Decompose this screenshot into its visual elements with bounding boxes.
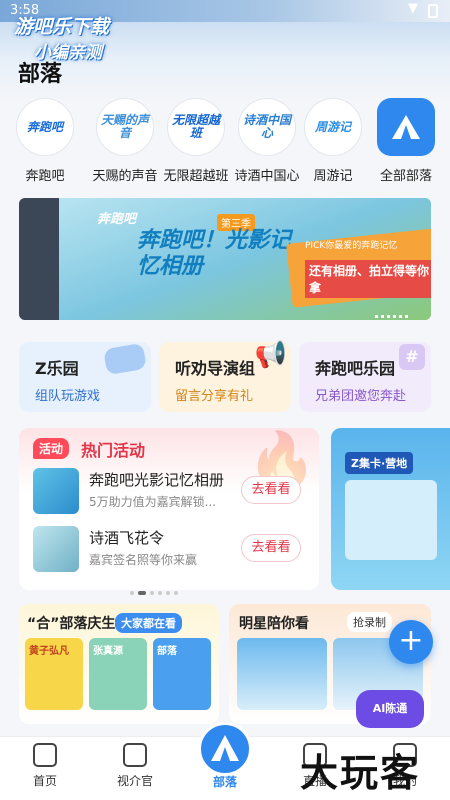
activity-item[interactable]: 诗酒飞花令 嘉宾签名照等你来赢 去看看 — [33, 526, 313, 572]
activity-sub: 嘉宾签名照等你来赢 — [89, 553, 198, 567]
tribe-label: 奔跑吧 — [25, 169, 65, 184]
quick-card-zleyuan[interactable]: Z乐园 组队玩游戏 — [19, 342, 151, 412]
tribe-logo: 诗酒中国心 — [238, 98, 296, 156]
side-card-title: Z集卡·营地 — [345, 452, 414, 474]
activity-thumbnail — [33, 526, 79, 572]
nav-label: 视介官 — [116, 774, 153, 788]
activity-sub: 5万助力值为嘉宾解锁... — [89, 495, 217, 509]
birthday-thumb: 部落 — [153, 638, 211, 710]
video-icon — [123, 743, 147, 767]
hash-icon: # — [399, 344, 425, 370]
tribe-label: 周游记 — [313, 169, 353, 184]
tribe-logo: 天赐的声音 — [96, 98, 154, 156]
hero-banner[interactable]: 奔跑吧 第三季 奔跑吧！光影记忆相册 PICK你最爱的奔跑记忆 还有相册、拍立得… — [19, 198, 431, 320]
ai-assistant-badge[interactable]: AI陈通 — [356, 690, 424, 728]
activity-item[interactable]: 奔跑吧光影记忆相册 5万助力值为嘉宾解锁... 去看看 — [33, 468, 313, 514]
banner-brand: 奔跑吧 — [97, 212, 137, 227]
activity-title: 诗酒飞花令 — [89, 529, 165, 547]
banner-dots — [375, 303, 408, 320]
quick-card-sub: 留言分享有礼 — [175, 389, 254, 404]
birthday-card[interactable]: “合”部落庆生 大家都在看 黄子弘凡 张真源 部落 — [19, 604, 219, 724]
banner-title: 奔跑吧！光影记忆相册 — [137, 228, 292, 280]
tent-icon — [377, 98, 435, 156]
wifi-icon: ▼ — [408, 1, 418, 16]
birthday-thumb: 张真源 — [89, 638, 147, 710]
collect-card-banner[interactable]: Z集卡·营地 — [331, 428, 450, 590]
star-watch-title: 明星陪你看 — [239, 616, 309, 632]
side-card-image — [345, 480, 437, 560]
go-see-button[interactable]: 去看看 — [241, 476, 301, 504]
hot-activities-card: 活动 热门活动 🔥 奔跑吧光影记忆相册 5万助力值为嘉宾解锁... 去看看 诗酒… — [19, 428, 319, 590]
banner-pick: PICK你最爱的奔跑记忆 — [305, 241, 398, 251]
quick-card-benpao-leyuan[interactable]: 奔跑吧乐园 兄弟团邀您奔赴 # — [299, 342, 431, 412]
nav-video[interactable]: 视介官 — [100, 743, 170, 789]
birthday-tag: 大家都在看 — [115, 613, 182, 633]
megaphone-icon: 📢 — [254, 340, 287, 370]
tribe-item-benpaoba[interactable]: 奔跑吧 奔跑吧 — [9, 98, 81, 184]
nav-home[interactable]: 首页 — [10, 743, 80, 789]
star-watch-tag: 抢录制 — [347, 612, 392, 632]
home-icon — [33, 743, 57, 767]
carousel-dots — [130, 580, 182, 599]
quick-card-tingquan[interactable]: 听劝导演组 留言分享有礼 📢 — [159, 340, 291, 412]
tribe-list: 奔跑吧 奔跑吧 天赐的声音 天赐的声音 无限超越班 无限超越班 诗酒中国心 诗酒… — [0, 98, 450, 190]
activity-title: 奔跑吧光影记忆相册 — [89, 471, 225, 489]
tribe-item-zhouyou[interactable]: 周游记 周游记 — [297, 98, 369, 184]
hot-title: 热门活动 — [81, 441, 146, 460]
birthday-title: “合”部落庆生 — [27, 616, 116, 632]
watermark-line1: 游吧乐下载 — [14, 16, 110, 38]
banner-sub: 还有相册、拍立得等你拿 — [305, 260, 431, 298]
battery-icon — [428, 4, 438, 18]
star-thumb — [237, 638, 327, 710]
tribe-item-all[interactable]: 全部部落 — [368, 98, 444, 184]
tribe-logo: 周游记 — [304, 98, 362, 156]
activity-thumbnail — [33, 468, 79, 514]
quick-card-sub: 组队玩游戏 — [35, 389, 101, 404]
banner-side-image — [19, 198, 59, 320]
tribe-logo: 奔跑吧 — [16, 98, 74, 156]
tribe-label: 全部部落 — [379, 169, 432, 184]
quick-card-sub: 兄弟团邀您奔赴 — [315, 389, 407, 404]
nav-tribe-center-icon[interactable] — [198, 722, 252, 776]
tribe-logo: 无限超越班 — [167, 98, 225, 156]
go-see-button[interactable]: 去看看 — [241, 534, 301, 562]
hot-tag: 活动 — [33, 438, 70, 459]
page-title: 部落 — [18, 62, 63, 87]
birthday-thumb: 黄子弘凡 — [25, 638, 83, 710]
corner-watermark: 大玩客 — [300, 751, 421, 795]
nav-label: 首页 — [32, 774, 57, 788]
add-button[interactable]: + — [389, 620, 433, 664]
